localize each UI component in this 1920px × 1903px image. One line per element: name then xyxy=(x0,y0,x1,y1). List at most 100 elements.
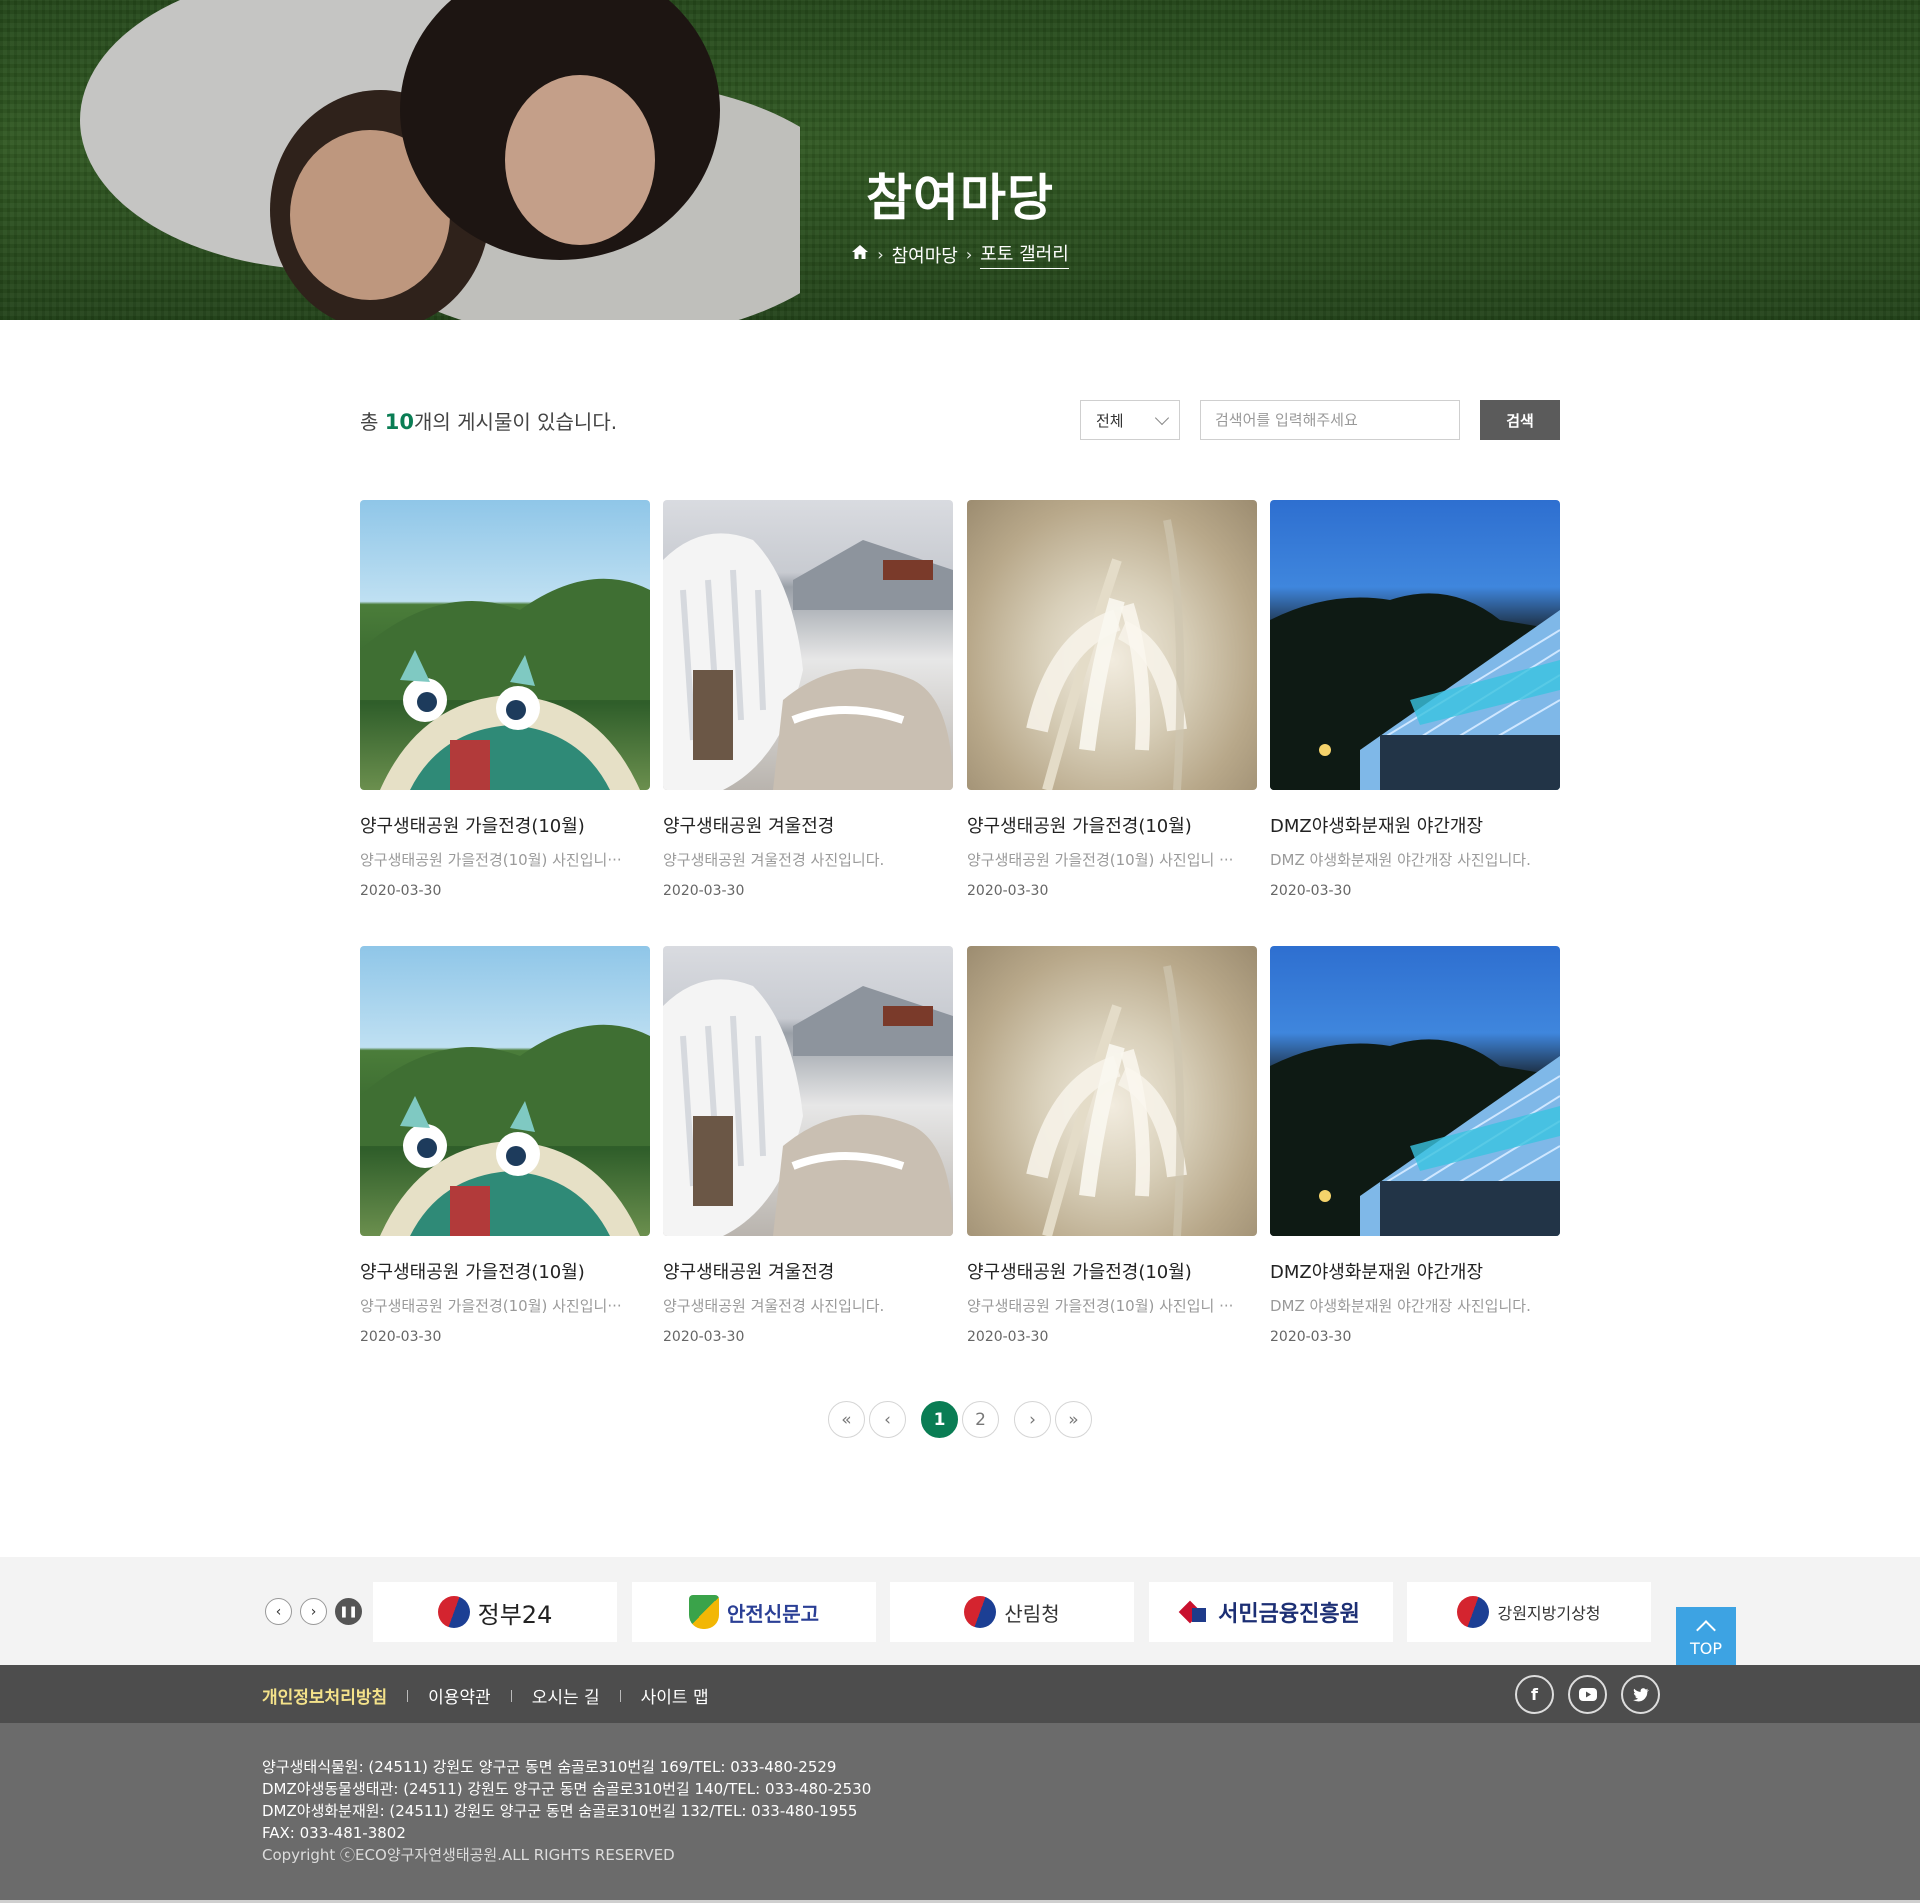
youtube-icon[interactable] xyxy=(1568,1675,1607,1714)
night-greenhouse-image xyxy=(1270,593,1560,790)
gallery-description: DMZ 야생화분재원 야간개장 사진입니다. xyxy=(1270,1297,1531,1315)
gallery-thumbnail[interactable] xyxy=(360,500,650,790)
gallery-description: 양구생태공원 겨울전경 사진입니다. xyxy=(663,851,885,869)
pause-icon: ❚❚ xyxy=(339,1605,358,1618)
arrow-mark-icon xyxy=(1182,1598,1210,1626)
gallery-card[interactable]: 양구생태공원 가을전경(10월) 양구생태공원 가을전경(10월) 사진입니 ·… xyxy=(967,946,1257,1345)
chevron-left-icon: ‹ xyxy=(884,1409,891,1430)
footer-link-terms[interactable]: 이용약관 xyxy=(428,1683,491,1708)
footer-link-sitemap[interactable]: 사이트 맵 xyxy=(641,1683,709,1708)
gallery-thumbnail[interactable] xyxy=(360,946,650,1236)
chevron-up-icon xyxy=(1696,1619,1716,1640)
gallery-card[interactable]: 양구생태공원 가을전경(10월) 양구생태공원 가을전경(10월) 사진입니··… xyxy=(360,500,650,899)
twitter-icon[interactable] xyxy=(1621,1675,1660,1714)
family-next-button[interactable]: › xyxy=(300,1598,327,1625)
family-site-safety-report[interactable]: 안전신문고 xyxy=(632,1582,876,1642)
gallery-date: 2020-03-30 xyxy=(360,1329,442,1345)
footer-address: 양구생태식물원: (24511) 강원도 양구군 동면 숨골로310번길 169… xyxy=(262,1756,871,1866)
gallery-title[interactable]: 양구생태공원 겨울전경 xyxy=(663,812,953,838)
family-prev-button[interactable]: ‹ xyxy=(265,1598,292,1625)
gallery-thumbnail[interactable] xyxy=(967,500,1257,790)
autumn-park-image xyxy=(360,578,650,790)
chevron-down-icon xyxy=(1154,410,1170,426)
gallery-date: 2020-03-30 xyxy=(663,883,745,899)
post-count-prefix: 총 xyxy=(360,410,385,434)
gallery-card[interactable]: DMZ야생화분재원 야간개장 DMZ 야생화분재원 야간개장 사진입니다. 20… xyxy=(1270,946,1560,1345)
family-pause-button[interactable]: ❚❚ xyxy=(335,1598,362,1625)
shield-icon xyxy=(689,1595,719,1629)
gallery-title[interactable]: 양구생태공원 가을전경(10월) xyxy=(967,812,1257,838)
hero-banner: 참여마당 › 참여마당 › 포토 갤러리 xyxy=(0,0,1920,320)
copyright: Copyright ⓒECO양구자연생태공원.ALL RIGHTS RESERV… xyxy=(262,1846,675,1864)
gallery-description: 양구생태공원 가을전경(10월) 사진입니··· xyxy=(360,1297,622,1315)
home-icon[interactable] xyxy=(851,244,869,265)
search-filter-select[interactable]: 전체 xyxy=(1080,400,1180,440)
chevron-right-icon: › xyxy=(965,245,973,264)
address-line: DMZ야생화분재원: (24511) 강원도 양구군 동면 숨골로310번길 1… xyxy=(262,1802,858,1820)
search-button[interactable]: 검색 xyxy=(1480,400,1560,440)
taegeuk-icon xyxy=(437,1596,470,1628)
gallery-thumbnail[interactable] xyxy=(967,946,1257,1236)
gallery-date: 2020-03-30 xyxy=(360,883,442,899)
chevron-right-icon: › xyxy=(1029,1409,1036,1430)
gallery-thumbnail[interactable] xyxy=(663,946,953,1236)
address-line: DMZ야생동물생태관: (24511) 강원도 양구군 동면 숨골로310번길 … xyxy=(262,1780,872,1798)
last-page-button[interactable]: » xyxy=(1055,1401,1092,1438)
double-chevron-left-icon: « xyxy=(841,1409,852,1430)
gallery-thumbnail[interactable] xyxy=(1270,500,1560,790)
family-site-label: 안전신문고 xyxy=(727,1601,819,1626)
gallery-description: 양구생태공원 겨울전경 사진입니다. xyxy=(663,1297,885,1315)
gallery-card[interactable]: DMZ야생화분재원 야간개장 DMZ 야생화분재원 야간개장 사진입니다. 20… xyxy=(1270,500,1560,899)
address-line: 양구생태식물원: (24511) 강원도 양구군 동면 숨골로310번길 169… xyxy=(262,1758,837,1776)
gallery-date: 2020-03-30 xyxy=(967,883,1049,899)
prev-page-button[interactable]: ‹ xyxy=(869,1401,906,1438)
gallery-card[interactable]: 양구생태공원 가을전경(10월) 양구생태공원 가을전경(10월) 사진입니 ·… xyxy=(967,500,1257,899)
gallery-card[interactable]: 양구생태공원 겨울전경 양구생태공원 겨울전경 사진입니다. 2020-03-3… xyxy=(663,500,953,899)
breadcrumb: › 참여마당 › 포토 갤러리 xyxy=(0,240,1920,269)
gallery-title[interactable]: 양구생태공원 가을전경(10월) xyxy=(967,1258,1257,1284)
facebook-icon[interactable]: f xyxy=(1515,1675,1554,1714)
page-2-button[interactable]: 2 xyxy=(962,1401,999,1438)
gallery-date: 2020-03-30 xyxy=(1270,1329,1352,1345)
gallery-thumbnail[interactable] xyxy=(1270,946,1560,1236)
footer-link-directions[interactable]: 오시는 길 xyxy=(532,1683,600,1708)
gallery-description: 양구생태공원 가을전경(10월) 사진입니··· xyxy=(360,851,622,869)
chevron-right-icon: › xyxy=(877,245,884,264)
gallery-description: DMZ 야생화분재원 야간개장 사진입니다. xyxy=(1270,851,1531,869)
family-site-gangwon-weather[interactable]: 강원지방기상청 xyxy=(1407,1582,1651,1642)
gallery-date: 2020-03-30 xyxy=(967,1329,1049,1345)
gallery-title[interactable]: 양구생태공원 겨울전경 xyxy=(663,1258,953,1284)
gallery-title[interactable]: DMZ야생화분재원 야간개장 xyxy=(1270,1258,1560,1284)
gallery-thumbnail[interactable] xyxy=(663,500,953,790)
chevron-left-icon: ‹ xyxy=(275,1603,282,1620)
post-count: 총 10개의 게시물이 있습니다. xyxy=(360,406,617,435)
chevron-right-icon: › xyxy=(310,1603,317,1620)
page-title: 참여마당 xyxy=(866,169,1054,227)
breadcrumb-item-photo-gallery[interactable]: 포토 갤러리 xyxy=(980,240,1069,269)
taegeuk-icon xyxy=(964,1596,997,1628)
taegeuk-icon xyxy=(1457,1596,1490,1628)
winter-ice-image xyxy=(663,979,953,1236)
search-input[interactable] xyxy=(1200,400,1460,440)
gallery-card[interactable]: 양구생태공원 가을전경(10월) 양구생태공원 가을전경(10월) 사진입니··… xyxy=(360,946,650,1345)
gallery-title[interactable]: 양구생태공원 가을전경(10월) xyxy=(360,1258,650,1284)
search-filter-value: 전체 xyxy=(1096,411,1124,430)
silver-grass-image xyxy=(1026,519,1187,790)
family-site-label: 서민금융진흥원 xyxy=(1218,1602,1360,1627)
family-site-kinfa[interactable]: 서민금융진흥원 xyxy=(1149,1582,1393,1642)
family-site-label: 정부24 xyxy=(477,1600,553,1629)
family-site-gov24[interactable]: 정부24 xyxy=(373,1582,617,1642)
autumn-park-image xyxy=(360,1024,650,1236)
footer-link-privacy[interactable]: 개인정보처리방침 xyxy=(262,1683,387,1708)
family-site-forest-service[interactable]: 산림청 xyxy=(890,1582,1134,1642)
gallery-title[interactable]: DMZ야생화분재원 야간개장 xyxy=(1270,812,1560,838)
page-1-button[interactable]: 1 xyxy=(921,1401,958,1438)
scroll-top-button[interactable]: TOP xyxy=(1676,1607,1736,1667)
gallery-card[interactable]: 양구생태공원 겨울전경 양구생태공원 겨울전경 사진입니다. 2020-03-3… xyxy=(663,946,953,1345)
breadcrumb-item-participation[interactable]: 참여마당 xyxy=(892,242,958,268)
gallery-title[interactable]: 양구생태공원 가을전경(10월) xyxy=(360,812,650,838)
next-page-button[interactable]: › xyxy=(1014,1401,1051,1438)
divider xyxy=(619,1689,621,1702)
first-page-button[interactable]: « xyxy=(828,1401,865,1438)
divider xyxy=(407,1689,409,1702)
